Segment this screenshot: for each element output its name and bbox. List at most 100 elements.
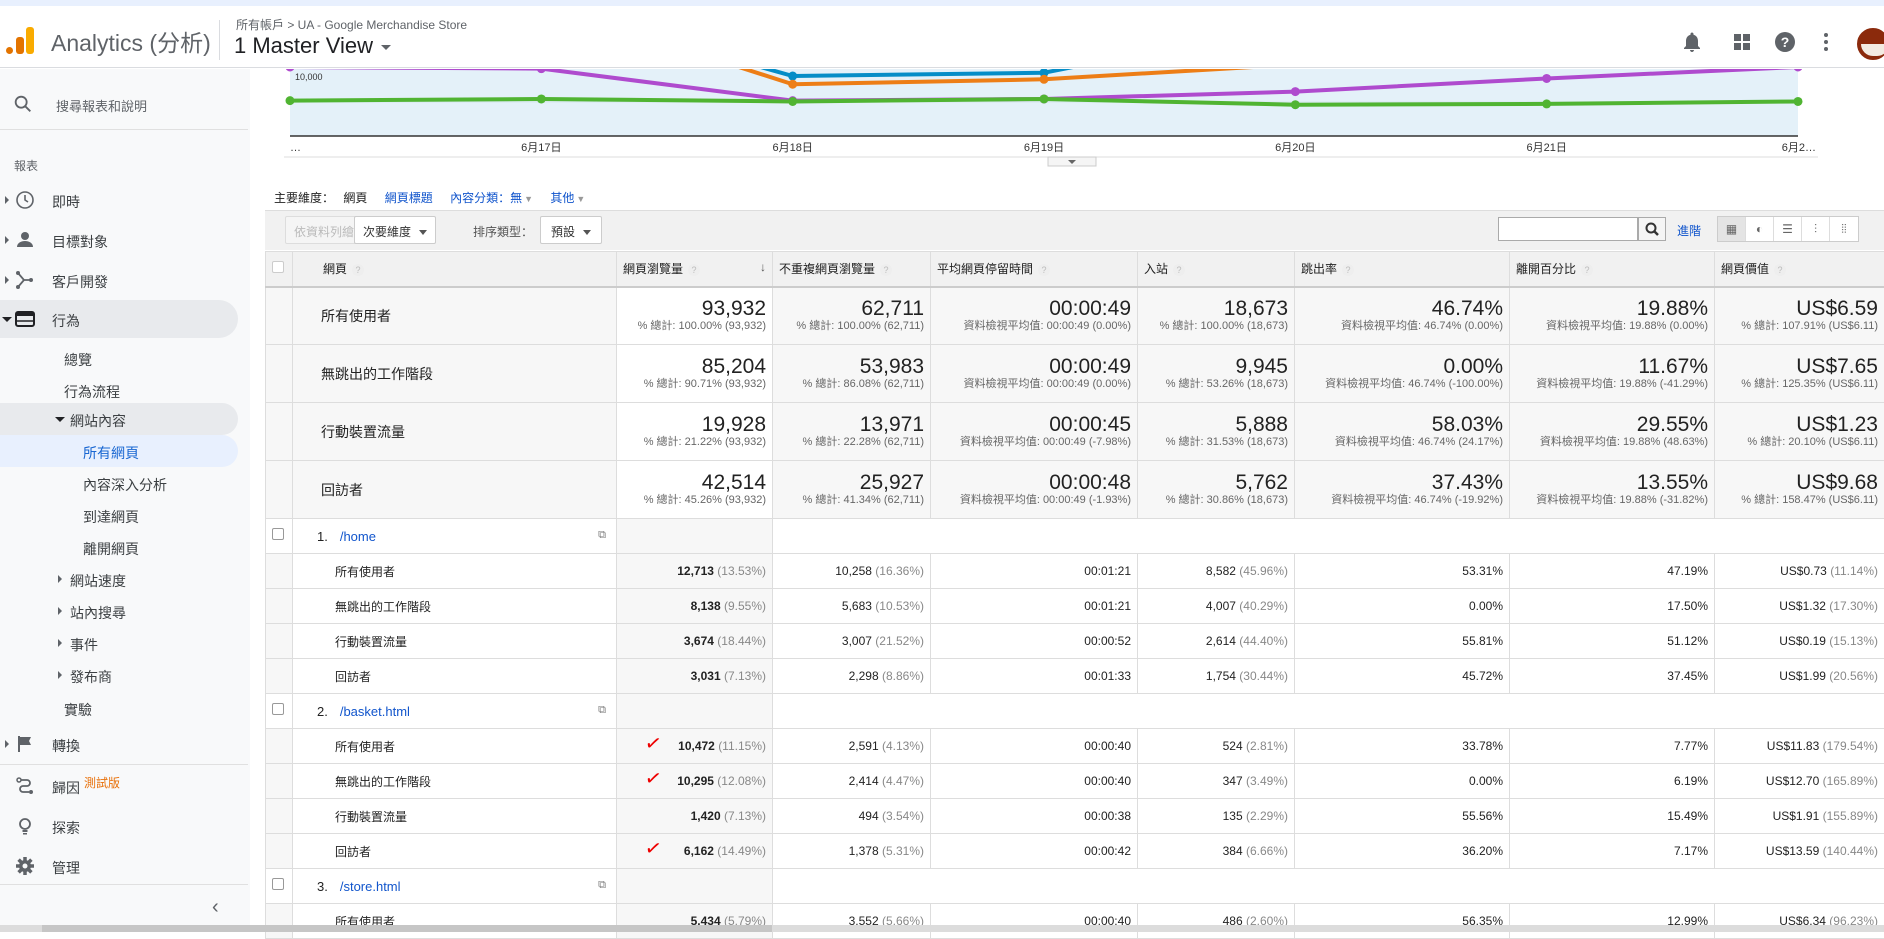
dimension-other[interactable]: 其他▼	[550, 191, 585, 205]
pageviews-value: 6,162	[684, 844, 714, 858]
metric-comparison: % 總計: 31.53% (18,673)	[1138, 436, 1288, 449]
row-checkbox[interactable]	[272, 703, 284, 715]
data-point[interactable]	[788, 80, 797, 89]
avg-time-cell: 00:00:52	[931, 624, 1138, 659]
data-point[interactable]	[788, 97, 797, 106]
breadcrumb[interactable]: 所有帳戶 > UA - Google Merchandise Store	[236, 16, 467, 33]
unique-pageviews-pct: (8.86%)	[882, 669, 924, 683]
col-header-page-value[interactable]: 網頁價值?	[1715, 252, 1884, 287]
col-header-unique-pageviews[interactable]: 不重複網頁瀏覽量?	[773, 252, 931, 287]
data-point[interactable]	[1542, 74, 1551, 83]
help-icon[interactable]: ?	[1581, 264, 1593, 276]
sidebar-item-content-drilldown[interactable]: 內容深入分析	[0, 467, 238, 499]
collapse-icon	[55, 417, 65, 422]
dimension-page-title[interactable]: 網頁標題	[385, 191, 433, 205]
sidebar-search[interactable]: 搜尋報表和說明	[12, 89, 242, 121]
chevron-down-icon: ▼	[524, 194, 533, 204]
data-point[interactable]	[1040, 94, 1049, 103]
pageviews-value: 12,713	[677, 564, 714, 578]
data-point[interactable]	[1542, 99, 1551, 108]
table-search-button[interactable]	[1638, 217, 1666, 241]
col-header-page[interactable]: 網頁?	[293, 252, 617, 287]
sidebar-item-admin[interactable]: 管理	[0, 847, 238, 885]
help-icon[interactable]: ?	[1173, 264, 1185, 276]
col-header-entrances[interactable]: 入站?	[1138, 252, 1295, 287]
help-icon[interactable]: ?	[1774, 264, 1786, 276]
data-point[interactable]	[1794, 97, 1803, 106]
col-header-exit-pct[interactable]: 離開百分比?	[1510, 252, 1715, 287]
sort-type-dropdown[interactable]: 預設	[540, 216, 602, 244]
collapse-sidebar-icon[interactable]: ‹	[212, 896, 219, 919]
sidebar-item-conversions[interactable]: 轉換	[0, 725, 238, 763]
sidebar-item-publisher[interactable]: 發布商	[0, 659, 238, 691]
analytics-logo-icon[interactable]	[6, 26, 36, 56]
unique-pageviews-value: 2,298	[849, 669, 879, 683]
table-search-input[interactable]	[1498, 217, 1638, 241]
view-selector[interactable]: 1 Master View	[234, 33, 391, 59]
pie-view-icon[interactable]: ◐	[1746, 217, 1774, 241]
data-point[interactable]	[1291, 100, 1300, 109]
sidebar-item-realtime[interactable]: 即時	[0, 181, 238, 219]
summary-metric-cell: 29.55% 資料檢視平均值: 19.88% (48.63%)	[1510, 403, 1715, 461]
comparison-view-icon[interactable]: ⫶	[1802, 217, 1830, 241]
performance-view-icon[interactable]: ☰	[1774, 217, 1802, 241]
sidebar-item-site-speed[interactable]: 網站速度	[0, 563, 238, 595]
open-external-icon[interactable]: ⧉	[598, 704, 606, 717]
sidebar-item-acquisition[interactable]: 客戶開發	[0, 261, 238, 299]
summary-metric-cell: 13,971 % 總計: 22.28% (62,711)	[773, 403, 931, 461]
sidebar-item-all-pages[interactable]: 所有網頁	[0, 435, 238, 467]
table-view-icon[interactable]: ▦	[1718, 217, 1746, 241]
bounce-rate-cell: 0.00%	[1295, 589, 1510, 624]
help-icon[interactable]: ?	[1342, 264, 1354, 276]
sidebar-item-attribution[interactable]: 歸因測試版	[0, 767, 238, 805]
advanced-filter-link[interactable]: 進階	[1677, 222, 1701, 239]
scrollbar-thumb[interactable]	[42, 925, 772, 932]
sidebar-item-landing-pages[interactable]: 到達網頁	[0, 499, 238, 531]
secondary-dimension-dropdown[interactable]: 次要維度	[354, 216, 436, 244]
sidebar-item-exit-pages[interactable]: 離開網頁	[0, 531, 238, 563]
col-header-avg-time[interactable]: 平均網頁停留時間?	[931, 252, 1138, 287]
exit-pct-cell: 47.19%	[1510, 554, 1715, 589]
data-point[interactable]	[1291, 87, 1300, 96]
data-point[interactable]	[537, 94, 546, 103]
dimension-content-grouping[interactable]: 內容分類：無▼	[450, 191, 533, 205]
report-table: 網頁? 網頁瀏覽量?↓ 不重複網頁瀏覽量? 平均網頁停留時間? 入站? 跳出率?…	[265, 251, 1884, 939]
sidebar-item-experiments[interactable]: 實驗	[0, 691, 238, 725]
help-icon[interactable]: ?	[1038, 264, 1050, 276]
pivot-view-icon[interactable]: ⦙⦙	[1830, 217, 1858, 241]
sidebar-item-events[interactable]: 事件	[0, 627, 238, 659]
help-icon[interactable]: ?	[1773, 30, 1797, 54]
help-icon[interactable]: ?	[352, 264, 364, 276]
sidebar-item-site-content[interactable]: 網站內容	[0, 403, 238, 435]
select-all-checkbox[interactable]	[272, 261, 284, 273]
avg-time-cell: 00:01:21	[931, 589, 1138, 624]
dimension-page[interactable]: 網頁	[343, 191, 367, 205]
other-label: 其他	[550, 191, 574, 205]
sidebar-item-behavior[interactable]: 行為	[0, 300, 238, 338]
row-checkbox[interactable]	[272, 528, 284, 540]
open-external-icon[interactable]: ⧉	[598, 529, 606, 542]
pageviews-value: 3,031	[691, 669, 721, 683]
sidebar-item-site-search[interactable]: 站內搜尋	[0, 595, 238, 627]
col-header-bounce-rate[interactable]: 跳出率?	[1295, 252, 1510, 287]
avatar[interactable]	[1855, 26, 1884, 62]
data-point[interactable]	[1040, 75, 1049, 84]
horizontal-scrollbar[interactable]	[0, 925, 1884, 932]
sidebar-item-discover[interactable]: 探索	[0, 807, 238, 845]
open-external-icon[interactable]: ⧉	[598, 879, 606, 892]
page-link[interactable]: /store.html	[340, 879, 401, 894]
apps-icon[interactable]	[1730, 30, 1754, 54]
sidebar: 搜尋報表和說明 報表 即時 目標對象 客戶開發 行為 總覽 行為流程 網站內容 …	[0, 69, 250, 932]
sidebar-item-audience[interactable]: 目標對象	[0, 221, 238, 259]
data-point[interactable]	[286, 96, 295, 105]
page-link[interactable]: /home	[340, 529, 376, 544]
data-point[interactable]	[788, 72, 797, 81]
entrances-cell: 486 (2.60%)	[1138, 904, 1295, 939]
help-icon[interactable]: ?	[880, 264, 892, 276]
page-link[interactable]: /basket.html	[340, 704, 410, 719]
bell-icon[interactable]	[1680, 30, 1704, 54]
col-header-pageviews[interactable]: 網頁瀏覽量?↓	[617, 252, 773, 287]
row-checkbox[interactable]	[272, 878, 284, 890]
more-vert-icon[interactable]	[1814, 30, 1838, 54]
help-icon[interactable]: ?	[688, 264, 700, 276]
